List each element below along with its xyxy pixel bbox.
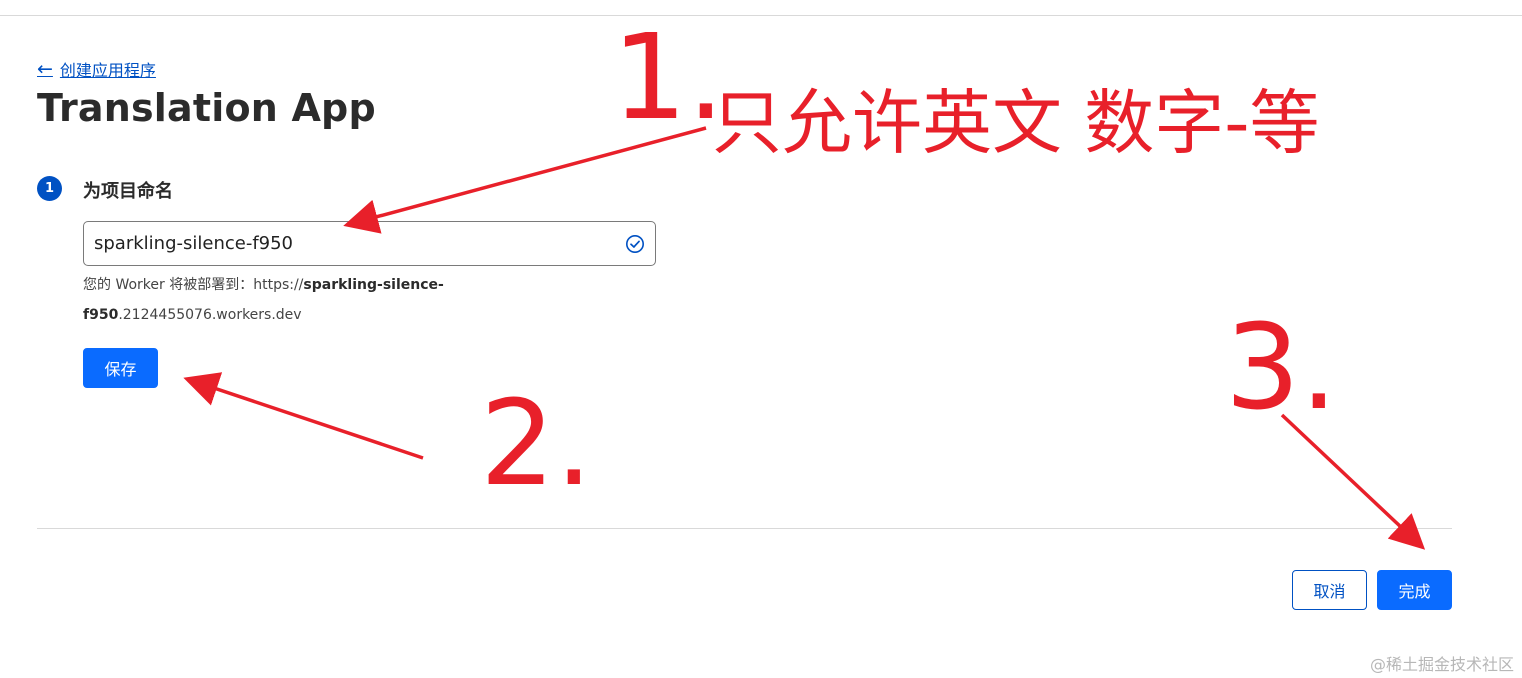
- annotation-step-2-number: 2.: [480, 374, 593, 512]
- top-divider: [0, 15, 1522, 16]
- page-title: Translation App: [37, 86, 376, 130]
- arrow-left-icon: ←: [37, 57, 53, 80]
- deploy-note-suffix: .2124455076.workers.dev: [118, 307, 302, 323]
- annotation-step-1-note: 只允许英文 数字-等: [712, 82, 1320, 164]
- project-name-field[interactable]: [83, 221, 656, 266]
- deploy-note-name-part-1: sparkling-silence-: [303, 277, 444, 293]
- site-watermark: @稀土掘金技术社区: [1369, 655, 1514, 674]
- save-button[interactable]: 保存: [83, 348, 158, 388]
- step-title: 为项目命名: [83, 181, 173, 202]
- annotation-step-1-number: 1.: [612, 8, 725, 146]
- done-button[interactable]: 完成: [1377, 570, 1452, 610]
- project-name-input[interactable]: [94, 233, 625, 254]
- step-number-badge: 1: [37, 176, 62, 201]
- cancel-button[interactable]: 取消: [1292, 570, 1367, 610]
- deploy-note-name-part-2: f950: [83, 307, 119, 323]
- deploy-note-prefix: 您的 Worker 将被部署到：https://: [83, 277, 304, 293]
- back-link-label: 创建应用程序: [59, 61, 156, 80]
- annotation-step-3-number: 3.: [1225, 298, 1338, 436]
- back-to-create-application-link[interactable]: ← 创建应用程序: [37, 57, 156, 81]
- create-app-page: ← 创建应用程序 Translation App 1 为项目命名 您的 Work…: [0, 0, 1522, 678]
- check-circle-icon: [625, 234, 645, 254]
- annotation-arrow-2: [183, 372, 424, 460]
- footer-divider: [37, 528, 1452, 529]
- deploy-url-note: 您的 Worker 将被部署到：https://sparkling-silenc…: [83, 270, 473, 330]
